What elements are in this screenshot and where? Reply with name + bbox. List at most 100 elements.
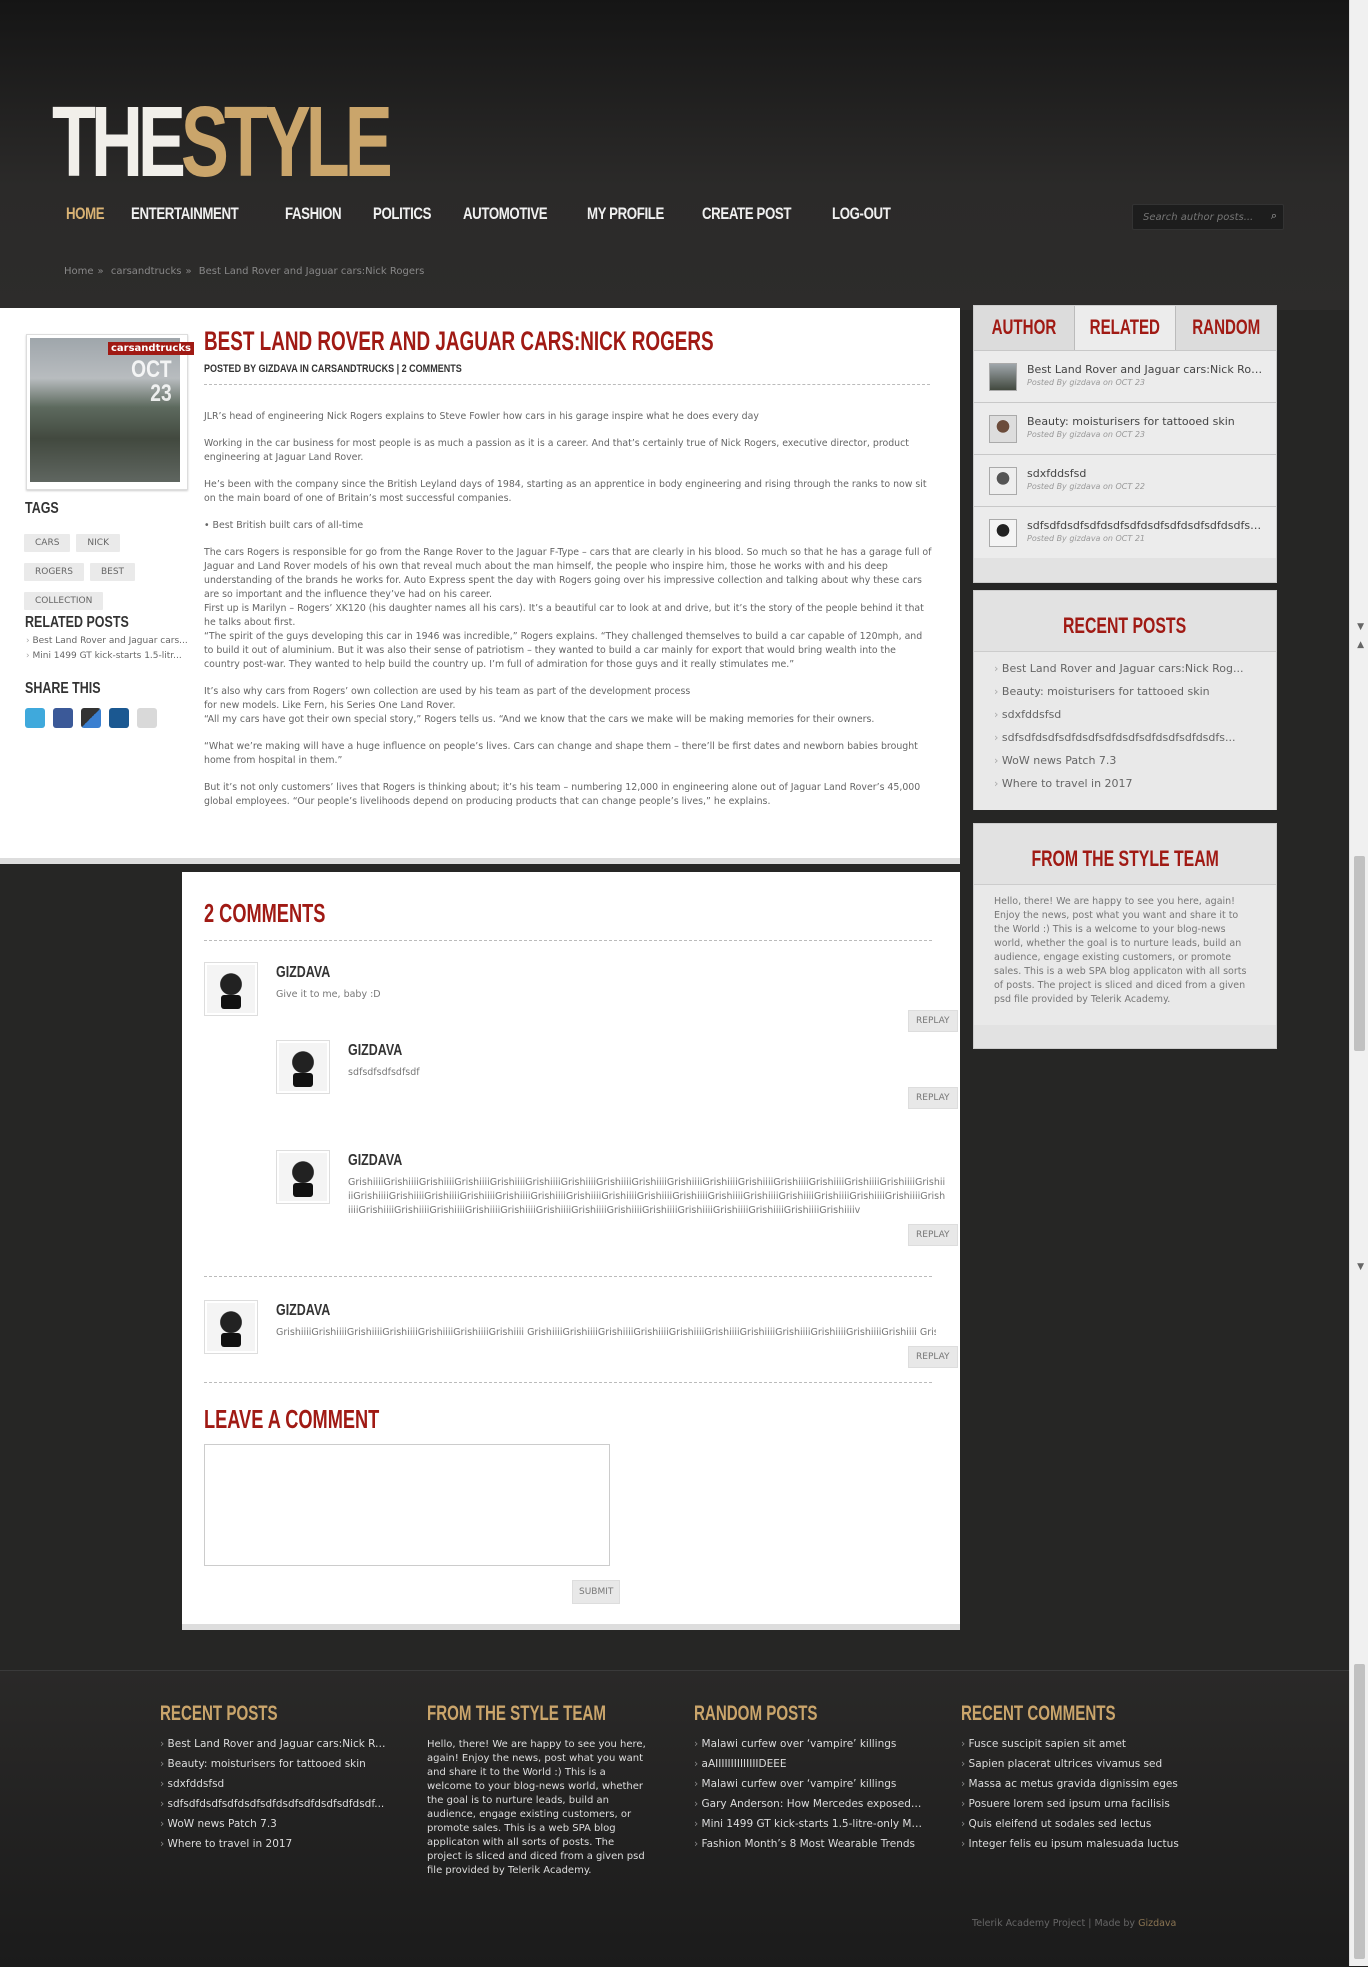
tag[interactable]: BEST	[89, 563, 136, 581]
footer-link[interactable]: Posuere lorem sed ipsum urna facilisis	[961, 1798, 1191, 1810]
post-paragraph: JLR’s head of engineering Nick Rogers ex…	[204, 411, 759, 422]
nav-politics[interactable]: POLITICS	[373, 204, 431, 224]
reply-button[interactable]: REPLAY	[908, 1010, 958, 1032]
post-paragraph: “What we’re making will have a huge infl…	[204, 741, 918, 766]
tag[interactable]: CARS	[24, 534, 71, 552]
recent-post-link[interactable]: sdxfddsfsd	[994, 708, 1258, 721]
tab-author[interactable]: AUTHOR	[974, 306, 1075, 350]
footer-link[interactable]: Gary Anderson: How Mercedes exposed Fe..…	[694, 1798, 924, 1810]
tab-related[interactable]: RELATED	[1075, 306, 1176, 350]
credit-separator: | Made by	[1085, 1918, 1139, 1929]
comments-title: 2 COMMENTS	[204, 898, 326, 928]
footer-link[interactable]: sdxfddsfsd	[160, 1778, 390, 1790]
comment: GIZDAVA Give it to me, baby :D	[204, 962, 944, 1022]
footer-link[interactable]: Sapien placerat ultrices vivamus sed	[961, 1758, 1191, 1770]
footer-link[interactable]: Integer felis eu ipsum malesuada luctus	[961, 1838, 1191, 1850]
footer-link[interactable]: Malawi curfew over ‘vampire’ killings	[694, 1738, 924, 1750]
footer-link[interactable]: WoW news Patch 7.3	[160, 1818, 390, 1830]
author-post-item[interactable]: sdxfddsfsd Posted By gizdava on OCT 22	[974, 454, 1276, 506]
breadcrumb-category[interactable]: carsandtrucks	[111, 266, 182, 277]
comment-author: GIZDAVA	[348, 1152, 403, 1169]
recent-post-link[interactable]: WoW news Patch 7.3	[994, 754, 1258, 767]
twitter-icon[interactable]	[25, 708, 45, 728]
footer-link[interactable]: Fashion Month’s 8 Most Wearable Trends	[694, 1838, 924, 1850]
comment: GIZDAVA GrishiiiiGrishiiiiGrishiiiiGrish…	[204, 1300, 944, 1360]
style-team-title: FROM THE STYLE TEAM	[1031, 846, 1219, 871]
delicious-icon[interactable]	[81, 708, 101, 728]
recent-post-link[interactable]: Beauty: moisturisers for tattooed skin	[994, 685, 1258, 698]
scroll-up-arrow-icon[interactable]: ▲	[1357, 640, 1364, 650]
tag[interactable]: COLLECTION	[24, 592, 104, 610]
author-post-title[interactable]: sdxfddsfsd	[1027, 467, 1267, 480]
footer-link[interactable]: Best Land Rover and Jaguar cars:Nick Rog…	[160, 1738, 390, 1750]
nav-create-post[interactable]: CREATE POST	[702, 204, 791, 224]
breadcrumb-current: Best Land Rover and Jaguar cars:Nick Rog…	[198, 266, 425, 277]
footer-link[interactable]: Mini 1499 GT kick-starts 1.5-litre-only …	[694, 1818, 924, 1830]
post-paragraph: It’s also why cars from Rogers’ own coll…	[204, 686, 875, 725]
recent-post-link[interactable]: Best Land Rover and Jaguar cars:Nick Rog…	[994, 662, 1258, 675]
nav-automotive[interactable]: AUTOMOTIVE	[463, 204, 548, 224]
comment-author: GIZDAVA	[276, 964, 331, 981]
reply-button[interactable]: REPLAY	[908, 1087, 958, 1109]
footer-link[interactable]: Beauty: moisturisers for tattooed skin	[160, 1758, 390, 1770]
reply-button[interactable]: REPLAY	[908, 1346, 958, 1368]
tags-list: CARS NICK ROGERS BEST COLLECTION	[24, 530, 174, 617]
comment-textarea[interactable]	[204, 1444, 610, 1566]
related-post-link[interactable]: Best Land Rover and Jaguar cars...	[26, 636, 187, 646]
author-post-item[interactable]: sdfsdfdsdfsdfdsdfsdfdsdfsdfdsdfsdfdsdfsd…	[974, 506, 1276, 558]
reddit-icon[interactable]	[137, 708, 157, 728]
comment-text: sdfsdfsdfsdfsdf	[348, 1067, 420, 1078]
search-icon[interactable]: ⌕	[1271, 209, 1277, 223]
post-thumbnail	[989, 363, 1017, 391]
author-post-item[interactable]: Beauty: moisturisers for tattooed skin P…	[974, 402, 1276, 454]
related-post-link[interactable]: Mini 1499 GT kick-starts 1.5-litr...	[26, 651, 188, 661]
scroll-thumb[interactable]	[1354, 1664, 1365, 1959]
breadcrumb-separator-icon: »	[97, 266, 104, 277]
scroll-down-arrow-icon[interactable]: ▼	[1357, 1262, 1364, 1272]
footer-link[interactable]: Quis eleifend ut sodales sed lectus	[961, 1818, 1191, 1830]
nav-log-out[interactable]: LOG-OUT	[832, 204, 891, 224]
nav-entertainment[interactable]: ENTERTAINMENT	[131, 204, 239, 224]
scroll-thumb[interactable]	[1354, 856, 1365, 1051]
breadcrumb-home[interactable]: Home	[64, 266, 94, 277]
post-paragraph: Working in the car business for most peo…	[204, 438, 909, 463]
nav-my-profile[interactable]: MY PROFILE	[587, 204, 664, 224]
nav-home[interactable]: HOME	[66, 204, 105, 224]
footer-link[interactable]: Where to travel in 2017	[160, 1838, 390, 1850]
post-paragraph: • Best British built cars of all-time	[204, 520, 364, 531]
digg-icon[interactable]	[109, 708, 129, 728]
footer-credits: Telerik Academy Project | Made by Gizdav…	[972, 1918, 1176, 1929]
post-category-badge[interactable]: carsandtrucks	[108, 342, 194, 355]
tag[interactable]: NICK	[76, 534, 120, 552]
footer-link[interactable]: aAIIIIIIIIIIIIIIDEEE	[694, 1758, 924, 1770]
tag[interactable]: ROGERS	[24, 563, 84, 581]
reply-button[interactable]: REPLAY	[908, 1224, 958, 1246]
footer-random-posts-title: RANDOM POSTS	[694, 1702, 818, 1725]
scrollbar[interactable]: ▼ ▲ ▼	[1349, 0, 1368, 1966]
nav-fashion[interactable]: FASHION	[285, 204, 342, 224]
avatar	[276, 1150, 330, 1204]
tab-random[interactable]: RANDOM	[1176, 306, 1276, 350]
facebook-icon[interactable]	[53, 708, 73, 728]
credit-author[interactable]: Gizdava	[1138, 1918, 1176, 1929]
footer-link[interactable]: sdfsdfdsdfsdfdsdfsdfdsdfsdfdsdfsdfdsdf..…	[160, 1798, 390, 1810]
recent-post-link[interactable]: sdfsdfdsdfsdfdsdfsdfdsdfsdfdsdfsdfdsdfs.…	[994, 731, 1258, 744]
search-input[interactable]	[1141, 211, 1265, 224]
author-post-title[interactable]: Beauty: moisturisers for tattooed skin	[1027, 415, 1267, 428]
footer-link[interactable]: Fusce suscipit sapien sit amet	[961, 1738, 1191, 1750]
related-posts-list: Best Land Rover and Jaguar cars... Mini …	[26, 636, 188, 666]
footer-recent-posts-title: RECENT POSTS	[160, 1702, 278, 1725]
footer-link[interactable]: Malawi curfew over ‘vampire’ killings	[694, 1778, 924, 1790]
author-post-title[interactable]: Best Land Rover and Jaguar cars:Nick Rog…	[1027, 363, 1267, 376]
site-logo[interactable]: THESTYLE	[52, 92, 393, 192]
submit-button[interactable]: SUBMIT	[572, 1580, 621, 1604]
author-post-item[interactable]: Best Land Rover and Jaguar cars:Nick Rog…	[974, 350, 1276, 402]
footer-link[interactable]: Massa ac metus gravida dignissim eges	[961, 1778, 1191, 1790]
author-post-title[interactable]: sdfsdfdsdfsdfdsdfsdfdsdfsdfdsdfsdfdsdfsd…	[1027, 519, 1267, 532]
credit-project[interactable]: Telerik Academy Project	[972, 1918, 1085, 1929]
recent-post-link[interactable]: Where to travel in 2017	[994, 777, 1258, 790]
scroll-down-arrow-icon[interactable]: ▼	[1357, 622, 1364, 632]
search-box: ⌕	[1132, 204, 1284, 230]
footer-random-posts: RANDOM POSTS Malawi curfew over ‘vampire…	[694, 1702, 924, 1858]
post-thumbnail[interactable]: carsandtrucks OCT 23	[26, 334, 194, 490]
